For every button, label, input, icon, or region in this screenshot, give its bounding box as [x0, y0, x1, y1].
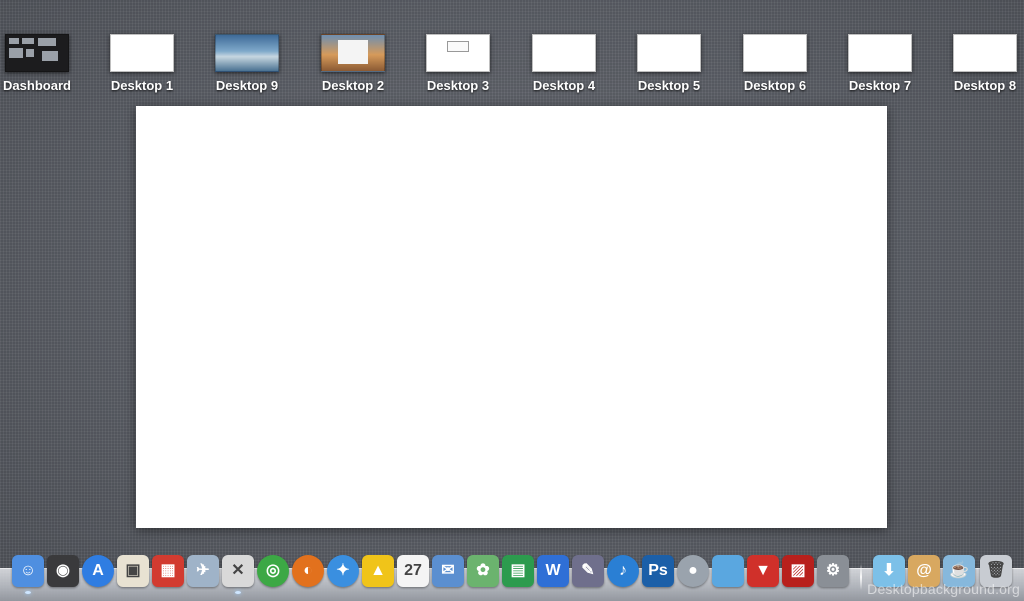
- space-label: Desktop 5: [637, 78, 701, 93]
- widget-shape: [26, 49, 34, 57]
- photo-app-icon[interactable]: ▨: [782, 555, 814, 587]
- space-thumbnail[interactable]: [426, 34, 490, 72]
- pen-tool-icon[interactable]: ✎: [572, 555, 604, 587]
- vmware-icon[interactable]: ▦: [152, 555, 184, 587]
- watermark: Desktopbackground.org: [867, 581, 1020, 597]
- space-label: Desktop 9: [215, 78, 279, 93]
- space-thumbnail[interactable]: [532, 34, 596, 72]
- space-label: Desktop 3: [426, 78, 490, 93]
- chrome-icon[interactable]: ◎: [257, 555, 289, 587]
- facetime-icon[interactable]: ●: [677, 555, 709, 587]
- widget-shape: [42, 51, 58, 61]
- space-desktop-2[interactable]: Desktop 2: [303, 34, 403, 93]
- space-desktop-3[interactable]: Desktop 3: [408, 34, 508, 93]
- dashboard-icon[interactable]: ◉: [47, 555, 79, 587]
- space-label: Desktop 6: [743, 78, 807, 93]
- space-desktop-1[interactable]: Desktop 1: [92, 34, 192, 93]
- space-desktop-7[interactable]: Desktop 7: [830, 34, 930, 93]
- apple-remote-icon[interactable]: [712, 555, 744, 587]
- space-label: Desktop 2: [321, 78, 385, 93]
- space-thumbnail[interactable]: [953, 34, 1017, 72]
- space-thumbnail[interactable]: [321, 34, 385, 72]
- space-label: Desktop 8: [953, 78, 1017, 93]
- spaces-bar: Dashboard Desktop 1 Desktop 9 Desktop 2 Desk…: [0, 0, 1024, 105]
- widget-shape: [9, 38, 19, 44]
- ical-icon[interactable]: 27: [397, 555, 429, 587]
- space-label: Desktop 7: [848, 78, 912, 93]
- space-desktop-6[interactable]: Desktop 6: [725, 34, 825, 93]
- network-icon[interactable]: ✈: [187, 555, 219, 587]
- window-thumbnail: [447, 41, 469, 52]
- space-thumbnail[interactable]: [743, 34, 807, 72]
- photoshop-icon[interactable]: Ps: [642, 555, 674, 587]
- space-thumbnail[interactable]: [637, 34, 701, 72]
- space-label: Dashboard: [3, 78, 71, 93]
- space-desktop-9[interactable]: Desktop 9: [197, 34, 297, 93]
- running-indicator: [235, 591, 241, 594]
- widget-shape: [38, 38, 56, 46]
- image-editor-icon[interactable]: ✿: [467, 555, 499, 587]
- space-desktop-8[interactable]: Desktop 8: [935, 34, 1024, 93]
- app-store-icon[interactable]: A: [82, 555, 114, 587]
- running-indicator: [25, 591, 31, 594]
- finder-icon[interactable]: ☺: [12, 555, 44, 587]
- itunes-icon[interactable]: ♪: [607, 555, 639, 587]
- space-thumbnail[interactable]: [110, 34, 174, 72]
- space-label: Desktop 1: [110, 78, 174, 93]
- space-dashboard[interactable]: Dashboard: [0, 34, 87, 93]
- system-preferences-icon[interactable]: ⚙: [817, 555, 849, 587]
- firefox-icon[interactable]: ◐: [292, 555, 324, 587]
- photo-booth-icon[interactable]: ✕: [222, 555, 254, 587]
- space-thumbnail[interactable]: [215, 34, 279, 72]
- twitter-client-icon[interactable]: ▲: [362, 555, 394, 587]
- preview-icon[interactable]: ▣: [117, 555, 149, 587]
- space-thumbnail[interactable]: [5, 34, 69, 72]
- space-label: Desktop 4: [532, 78, 596, 93]
- space-desktop-5[interactable]: Desktop 5: [619, 34, 719, 93]
- safari-icon[interactable]: ✦: [327, 555, 359, 587]
- widget-shape: [9, 48, 23, 58]
- space-desktop-4[interactable]: Desktop 4: [514, 34, 614, 93]
- numbers-icon[interactable]: ▤: [502, 555, 534, 587]
- widget-shape: [22, 38, 34, 44]
- space-thumbnail[interactable]: [848, 34, 912, 72]
- current-desktop-preview[interactable]: [136, 106, 887, 528]
- dock-separator: [860, 564, 862, 590]
- window-thumbnail: [338, 40, 368, 64]
- mail-icon[interactable]: ✉: [432, 555, 464, 587]
- word-icon[interactable]: W: [537, 555, 569, 587]
- chair-app-icon[interactable]: ▼: [747, 555, 779, 587]
